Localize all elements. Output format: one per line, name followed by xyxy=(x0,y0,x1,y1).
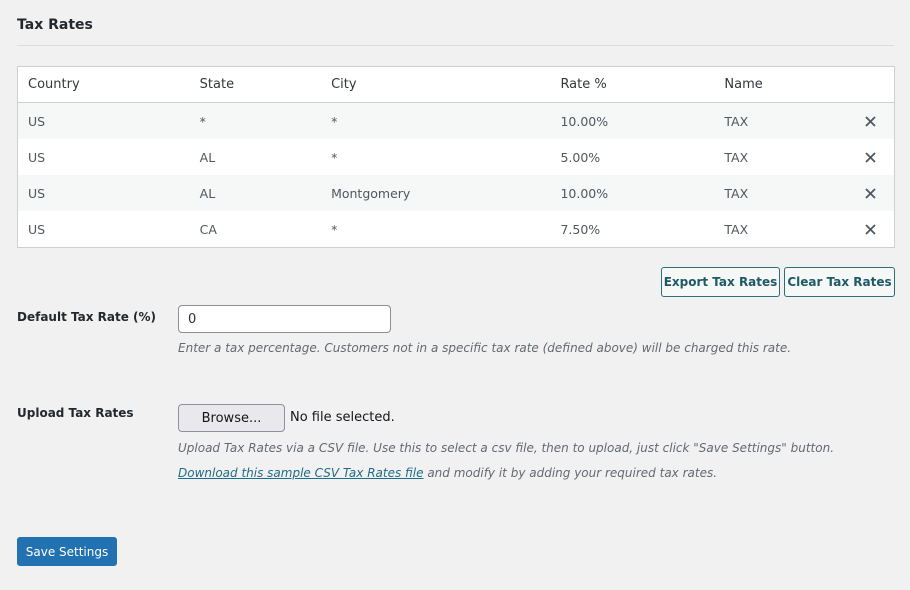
section-title: Tax Rates xyxy=(17,17,93,33)
cell-state: AL xyxy=(199,149,216,165)
cell-rate: 7.50% xyxy=(560,221,601,237)
default-tax-rate-description: Enter a tax percentage. Customers not in… xyxy=(178,341,792,355)
export-tax-rates-button[interactable]: Export Tax Rates xyxy=(661,267,780,297)
cell-city: * xyxy=(321,102,551,139)
table-row: US CA * 7.50% TAX xyxy=(18,211,895,248)
cell-country: US xyxy=(17,175,190,211)
cell-city: * xyxy=(331,149,338,165)
upload-description: Upload Tax Rates via a CSV file. Use thi… xyxy=(178,441,835,455)
cell-city: * xyxy=(331,221,338,237)
default-tax-rate-input[interactable] xyxy=(178,305,391,333)
sample-file-note: Download this sample CSV Tax Rates file … xyxy=(178,466,717,480)
header-country: Country xyxy=(17,66,190,103)
tax-rates-table: Country State City Rate % Name US * * 10… xyxy=(17,66,895,248)
sample-file-suffix: and modify it by adding your required ta… xyxy=(423,466,718,480)
title-divider xyxy=(17,45,894,46)
table-row: US * * 10.00% TAX xyxy=(17,102,895,139)
cell-state: AL xyxy=(189,175,322,211)
table-row: US AL * 5.00% TAX xyxy=(18,139,895,175)
close-icon[interactable] xyxy=(861,183,881,203)
header-name: Name xyxy=(714,66,848,103)
cell-rate: 10.00% xyxy=(550,102,715,139)
cell-country: US xyxy=(17,102,190,139)
save-settings-button[interactable]: Save Settings xyxy=(17,537,117,566)
header-state: State xyxy=(189,66,322,103)
table-header-row: Country State City Rate % Name xyxy=(17,66,895,103)
cell-country: US xyxy=(28,221,46,237)
sample-csv-link[interactable]: Download this sample CSV Tax Rates file xyxy=(178,466,424,480)
header-delete xyxy=(847,66,895,103)
file-status: No file selected. xyxy=(290,410,395,425)
clear-tax-rates-button[interactable]: Clear Tax Rates xyxy=(784,267,895,297)
cell-state: * xyxy=(189,102,322,139)
cell-rate: 5.00% xyxy=(560,149,601,165)
cell-name: TAX xyxy=(724,149,749,165)
cell-name: TAX xyxy=(724,221,749,237)
cell-state: CA xyxy=(199,221,217,237)
cell-delete xyxy=(847,175,895,211)
default-tax-rate-label: Default Tax Rate (%) xyxy=(17,310,157,324)
cell-name: TAX xyxy=(714,102,848,139)
cell-city: Montgomery xyxy=(321,175,551,211)
close-icon[interactable] xyxy=(861,219,881,239)
table-row: US AL Montgomery 10.00% TAX xyxy=(17,175,895,211)
cell-delete xyxy=(848,211,895,248)
browse-button[interactable]: Browse... xyxy=(178,404,285,432)
upload-tax-rates-label: Upload Tax Rates xyxy=(17,406,134,420)
cell-name: TAX xyxy=(714,175,848,211)
cell-delete xyxy=(847,102,895,139)
close-icon[interactable] xyxy=(861,147,881,167)
cell-rate: 10.00% xyxy=(550,175,715,211)
close-icon[interactable] xyxy=(861,111,881,131)
header-rate: Rate % xyxy=(550,66,715,103)
cell-country: US xyxy=(28,149,46,165)
header-city: City xyxy=(321,66,551,103)
cell-delete xyxy=(848,139,895,175)
